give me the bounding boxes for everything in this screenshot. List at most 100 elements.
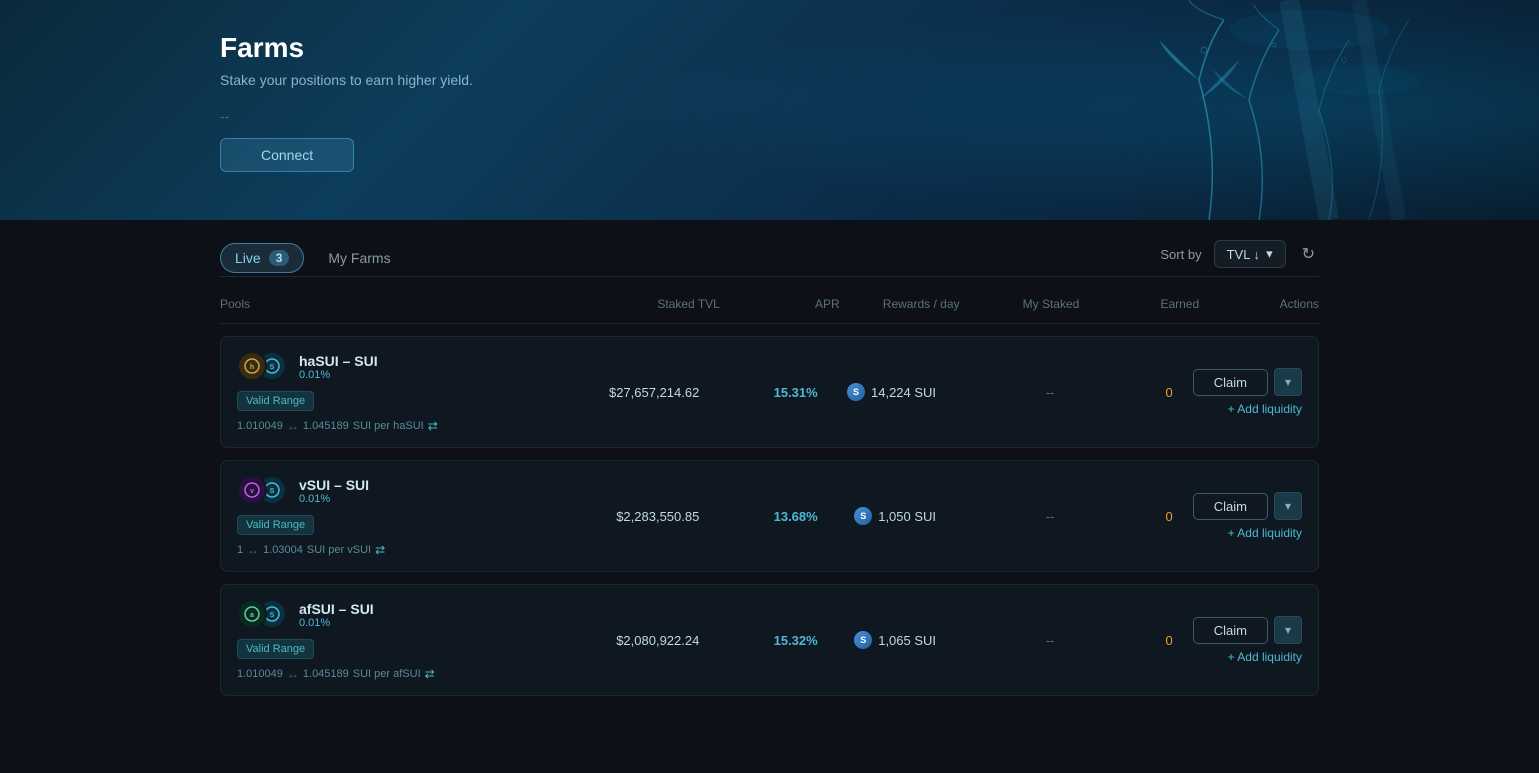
token-icons: v S	[237, 475, 289, 507]
range-to: 1.045189	[303, 420, 349, 432]
add-liquidity-link[interactable]: + Add liquidity	[1228, 526, 1302, 540]
refresh-button[interactable]: ↻	[1298, 240, 1319, 268]
range-arrow-icon: ↔	[287, 419, 299, 433]
farm-fee: 0.01%	[299, 369, 378, 381]
farm-row-hasui-sui: h S haSUI – SUI 0.01%	[220, 336, 1319, 448]
farm-name: vSUI – SUI	[299, 477, 369, 493]
col-rewards-day: Rewards / day	[840, 297, 960, 311]
farm-name-group: haSUI – SUI 0.01%	[299, 353, 378, 381]
col-pools: Pools	[220, 297, 600, 311]
main-content: Live 3 My Farms Sort by TVL ↓ ▾ ↻ Pools …	[0, 220, 1539, 696]
sort-dropdown[interactable]: TVL ↓ ▾	[1214, 240, 1286, 268]
valid-range-label: Valid Range	[246, 395, 305, 407]
earned-value: 0	[1074, 509, 1192, 524]
staked-tvl-value: $2,080,922.24	[601, 633, 719, 648]
token-icon-1: a	[237, 599, 267, 629]
actions-cell: Claim ▾ + Add liquidity	[1193, 616, 1318, 664]
col-apr: APR	[720, 297, 840, 311]
apr-value: 13.68%	[719, 509, 837, 524]
svg-text:S: S	[270, 488, 275, 495]
hero-dash: --	[220, 108, 1539, 124]
claim-row: Claim ▾	[1193, 616, 1302, 644]
hero-content: Farms Stake your positions to earn highe…	[0, 0, 1539, 172]
chevron-down-icon: ▾	[1285, 375, 1291, 389]
valid-range-badge: Valid Range	[237, 391, 314, 411]
add-liquidity-link[interactable]: + Add liquidity	[1228, 650, 1302, 664]
apr-value: 15.32%	[719, 633, 837, 648]
sui-reward-icon: S	[854, 507, 872, 525]
tab-live[interactable]: Live 3	[220, 243, 304, 273]
farm-name-group: afSUI – SUI 0.01%	[299, 601, 374, 629]
sort-label: Sort by	[1160, 247, 1201, 262]
valid-range-label: Valid Range	[246, 643, 305, 655]
claim-button[interactable]: Claim	[1193, 493, 1268, 520]
valid-range-label: Valid Range	[246, 519, 305, 531]
chevron-down-icon: ▾	[1285, 499, 1291, 513]
rewards-cell: S 1,050 SUI	[838, 507, 956, 525]
col-earned: Earned	[1079, 297, 1199, 311]
sort-value: TVL ↓	[1227, 247, 1260, 262]
actions-cell: Claim ▾ + Add liquidity	[1193, 492, 1318, 540]
col-staked-tvl: Staked TVL	[600, 297, 720, 311]
hero-section: Farms Stake your positions to earn highe…	[0, 0, 1539, 220]
rewards-amount: 1,065 SUI	[878, 633, 936, 648]
staked-tvl-value: $27,657,214.62	[601, 385, 719, 400]
swap-icon: ⇄	[425, 667, 435, 681]
swap-icon: ⇄	[375, 543, 385, 557]
farm-fee: 0.01%	[299, 493, 369, 505]
sui-reward-icon: S	[854, 631, 872, 649]
farm-name-row: v S vSUI – SUI 0.01%	[237, 475, 585, 507]
svg-text:S: S	[270, 612, 275, 619]
farm-name: haSUI – SUI	[299, 353, 378, 369]
claim-button[interactable]: Claim	[1193, 617, 1268, 644]
range-to: 1.03004	[263, 544, 303, 556]
chevron-down-icon: ▾	[1285, 623, 1291, 637]
rewards-amount: 1,050 SUI	[878, 509, 936, 524]
farm-info: v S vSUI – SUI 0.01%	[221, 475, 601, 557]
range-values: 1 ↔ 1.03004 SUI per vSUI ⇄	[237, 543, 585, 557]
farm-name: afSUI – SUI	[299, 601, 374, 617]
earned-value: 0	[1074, 385, 1192, 400]
range-from: 1.010049	[237, 420, 283, 432]
col-my-staked: My Staked	[960, 297, 1080, 311]
my-staked-value: --	[956, 633, 1074, 648]
chevron-down-icon: ▾	[1266, 246, 1273, 262]
farm-dropdown-button[interactable]: ▾	[1274, 492, 1302, 520]
range-unit: SUI per vSUI	[307, 544, 371, 556]
actions-cell: Claim ▾ + Add liquidity	[1193, 368, 1318, 416]
claim-row: Claim ▾	[1193, 368, 1302, 396]
range-from: 1	[237, 544, 243, 556]
tab-my-farms[interactable]: My Farms	[328, 244, 390, 272]
range-to: 1.045189	[303, 668, 349, 680]
connect-button[interactable]: Connect	[220, 138, 354, 172]
swap-icon: ⇄	[428, 419, 438, 433]
claim-row: Claim ▾	[1193, 492, 1302, 520]
svg-text:v: v	[250, 488, 254, 495]
range-values: 1.010049 ↔ 1.045189 SUI per haSUI ⇄	[237, 419, 585, 433]
valid-range-badge: Valid Range	[237, 515, 314, 535]
farm-fee: 0.01%	[299, 617, 374, 629]
claim-button[interactable]: Claim	[1193, 369, 1268, 396]
range-unit: SUI per afSUI	[353, 668, 421, 680]
earned-value: 0	[1074, 633, 1192, 648]
token-icon-1: h	[237, 351, 267, 381]
farm-info: a S afSUI – SUI 0.01%	[221, 599, 601, 681]
rewards-cell: S 14,224 SUI	[838, 383, 956, 401]
valid-range-badge: Valid Range	[237, 639, 314, 659]
rewards-cell: S 1,065 SUI	[838, 631, 956, 649]
farm-row-main: v S vSUI – SUI 0.01%	[221, 461, 1318, 571]
table-header: Pools Staked TVL APR Rewards / day My St…	[220, 285, 1319, 324]
range-values: 1.010049 ↔ 1.045189 SUI per afSUI ⇄	[237, 667, 585, 681]
token-icons: h S	[237, 351, 289, 383]
farm-row-afsui-sui: a S afSUI – SUI 0.01%	[220, 584, 1319, 696]
add-liquidity-link[interactable]: + Add liquidity	[1228, 402, 1302, 416]
token-icon-1: v	[237, 475, 267, 505]
tabs-left: Live 3 My Farms	[220, 243, 391, 273]
farm-dropdown-button[interactable]: ▾	[1274, 368, 1302, 396]
range-arrow-icon: ↔	[247, 543, 259, 557]
sui-reward-icon: S	[847, 383, 865, 401]
apr-value: 15.31%	[719, 385, 837, 400]
farm-name-row: a S afSUI – SUI 0.01%	[237, 599, 585, 631]
page-title: Farms	[220, 32, 1539, 64]
farm-dropdown-button[interactable]: ▾	[1274, 616, 1302, 644]
